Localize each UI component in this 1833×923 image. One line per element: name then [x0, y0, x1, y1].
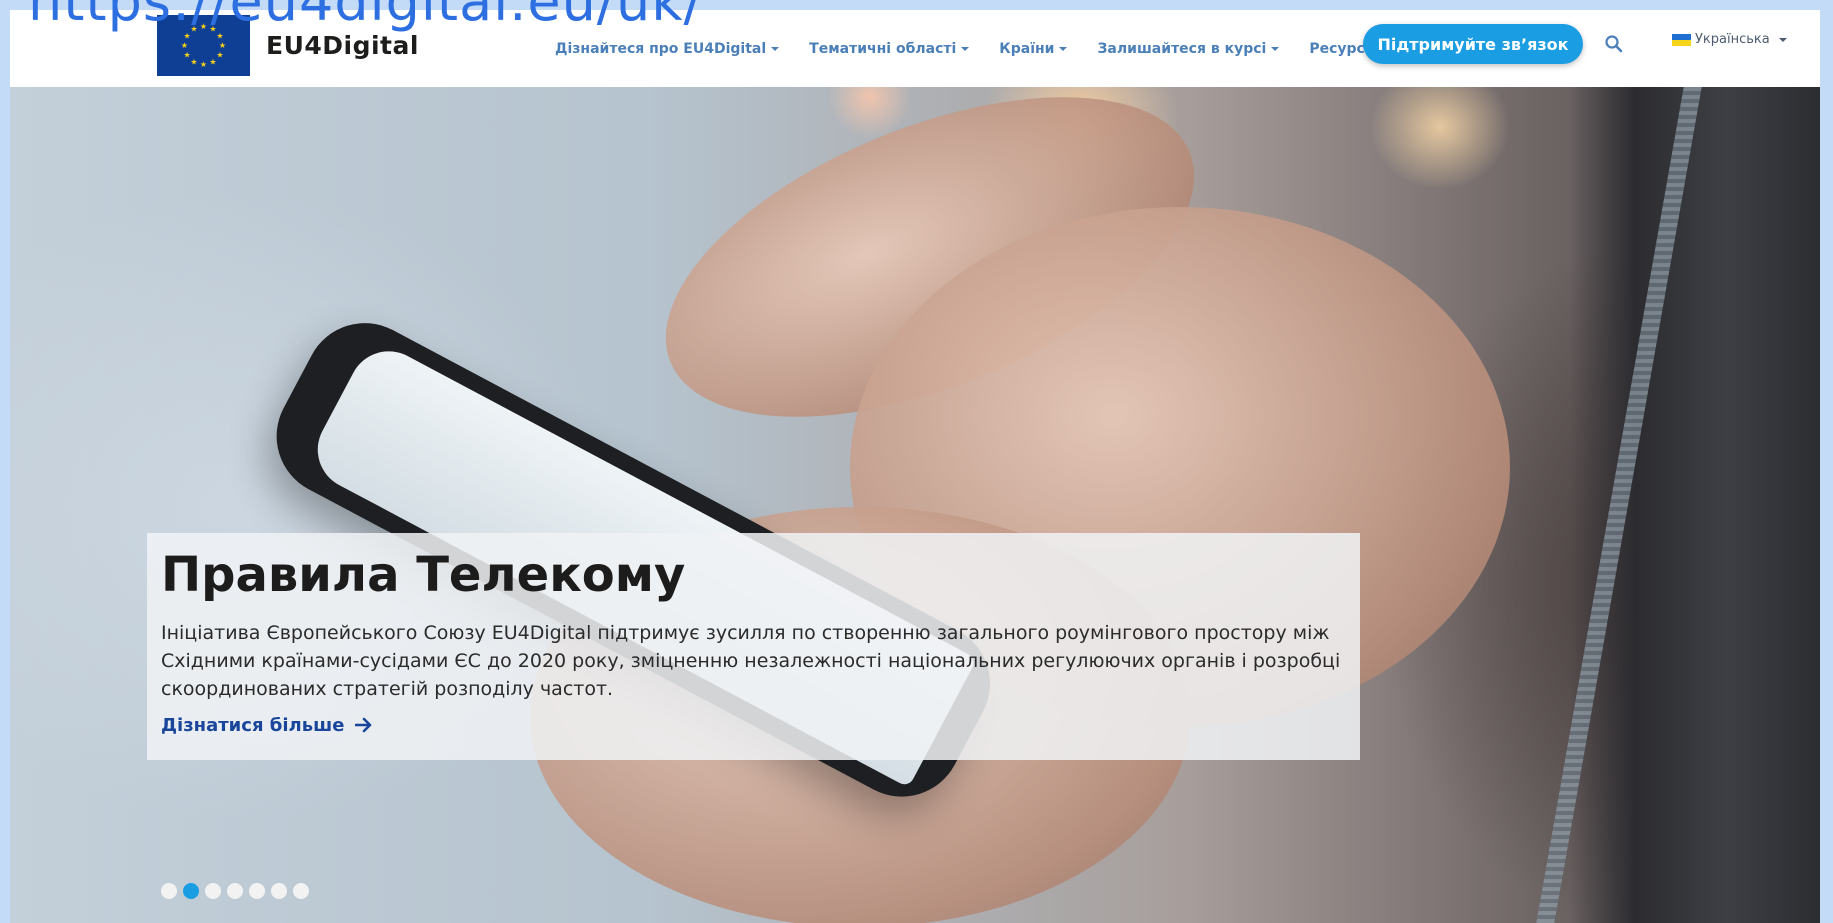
slide-description: Ініціатива Європейського Союзу EU4Digita…: [161, 622, 1341, 700]
carousel-dot[interactable]: [249, 883, 265, 899]
eu-star-icon: ★: [183, 51, 190, 60]
chevron-down-icon: [1059, 46, 1068, 51]
slide-caption: Правила Телекому Ініціатива Європейськог…: [147, 533, 1360, 760]
chevron-down-icon: [1778, 37, 1787, 42]
chevron-down-icon: [1271, 46, 1280, 51]
nav-item-thematic-areas[interactable]: Тематичні області: [809, 40, 970, 57]
stay-connected-button[interactable]: Підтримуйте зв’язок: [1363, 24, 1583, 64]
nav-item-label: Залишайтеся в курсі: [1097, 40, 1267, 57]
address-bar-url[interactable]: https://eu4digital.eu/uk/: [28, 0, 703, 33]
logo-text: EU4Digital: [266, 31, 419, 60]
browser-viewport: ★ ★ ★ ★ ★ ★ ★ ★ ★ ★ ★ ★ EU4Digital Дізнайтеся про E…: [10, 10, 1820, 923]
hero-carousel: Правила Телекому Ініціатива Європейськог…: [10, 31, 1820, 923]
nav-item-about[interactable]: Дізнайтеся про EU4Digital: [555, 40, 780, 57]
hero-image-jacket: [1570, 87, 1820, 923]
eu-star-icon: ★: [200, 60, 207, 69]
learn-more-link[interactable]: Дізнатися більше: [161, 715, 373, 736]
carousel-dot[interactable]: [205, 883, 221, 899]
language-label: Українська: [1695, 32, 1770, 47]
ukraine-flag-icon: [1672, 33, 1691, 46]
eu-star-icon: ★: [219, 41, 226, 50]
nav-item-label: Країни: [999, 40, 1055, 57]
nav-item-label: Тематичні області: [809, 40, 957, 57]
carousel-dot[interactable]: [161, 883, 177, 899]
chevron-down-icon: [771, 46, 780, 51]
language-selector[interactable]: Українська: [1672, 32, 1787, 47]
carousel-dot[interactable]: [271, 883, 287, 899]
learn-more-label: Дізнатися більше: [161, 715, 345, 736]
chevron-down-icon: [961, 46, 970, 51]
arrow-right-icon: [354, 717, 372, 733]
carousel-dot[interactable]: [227, 883, 243, 899]
eu-star-icon: ★: [190, 57, 197, 66]
nav-item-stay-informed[interactable]: Залишайтеся в курсі: [1097, 40, 1280, 57]
carousel-dot[interactable]: [293, 883, 309, 899]
search-icon[interactable]: [1604, 34, 1624, 54]
carousel-pagination: [161, 883, 309, 899]
nav-item-countries[interactable]: Країни: [999, 40, 1068, 57]
nav-item-label: Дізнайтеся про EU4Digital: [555, 40, 767, 57]
eu-star-icon: ★: [209, 57, 216, 66]
eu-star-icon: ★: [181, 41, 188, 50]
carousel-dot[interactable]: [183, 883, 199, 899]
eu-star-icon: ★: [216, 51, 223, 60]
slide-title: Правила Телекому: [161, 547, 686, 603]
